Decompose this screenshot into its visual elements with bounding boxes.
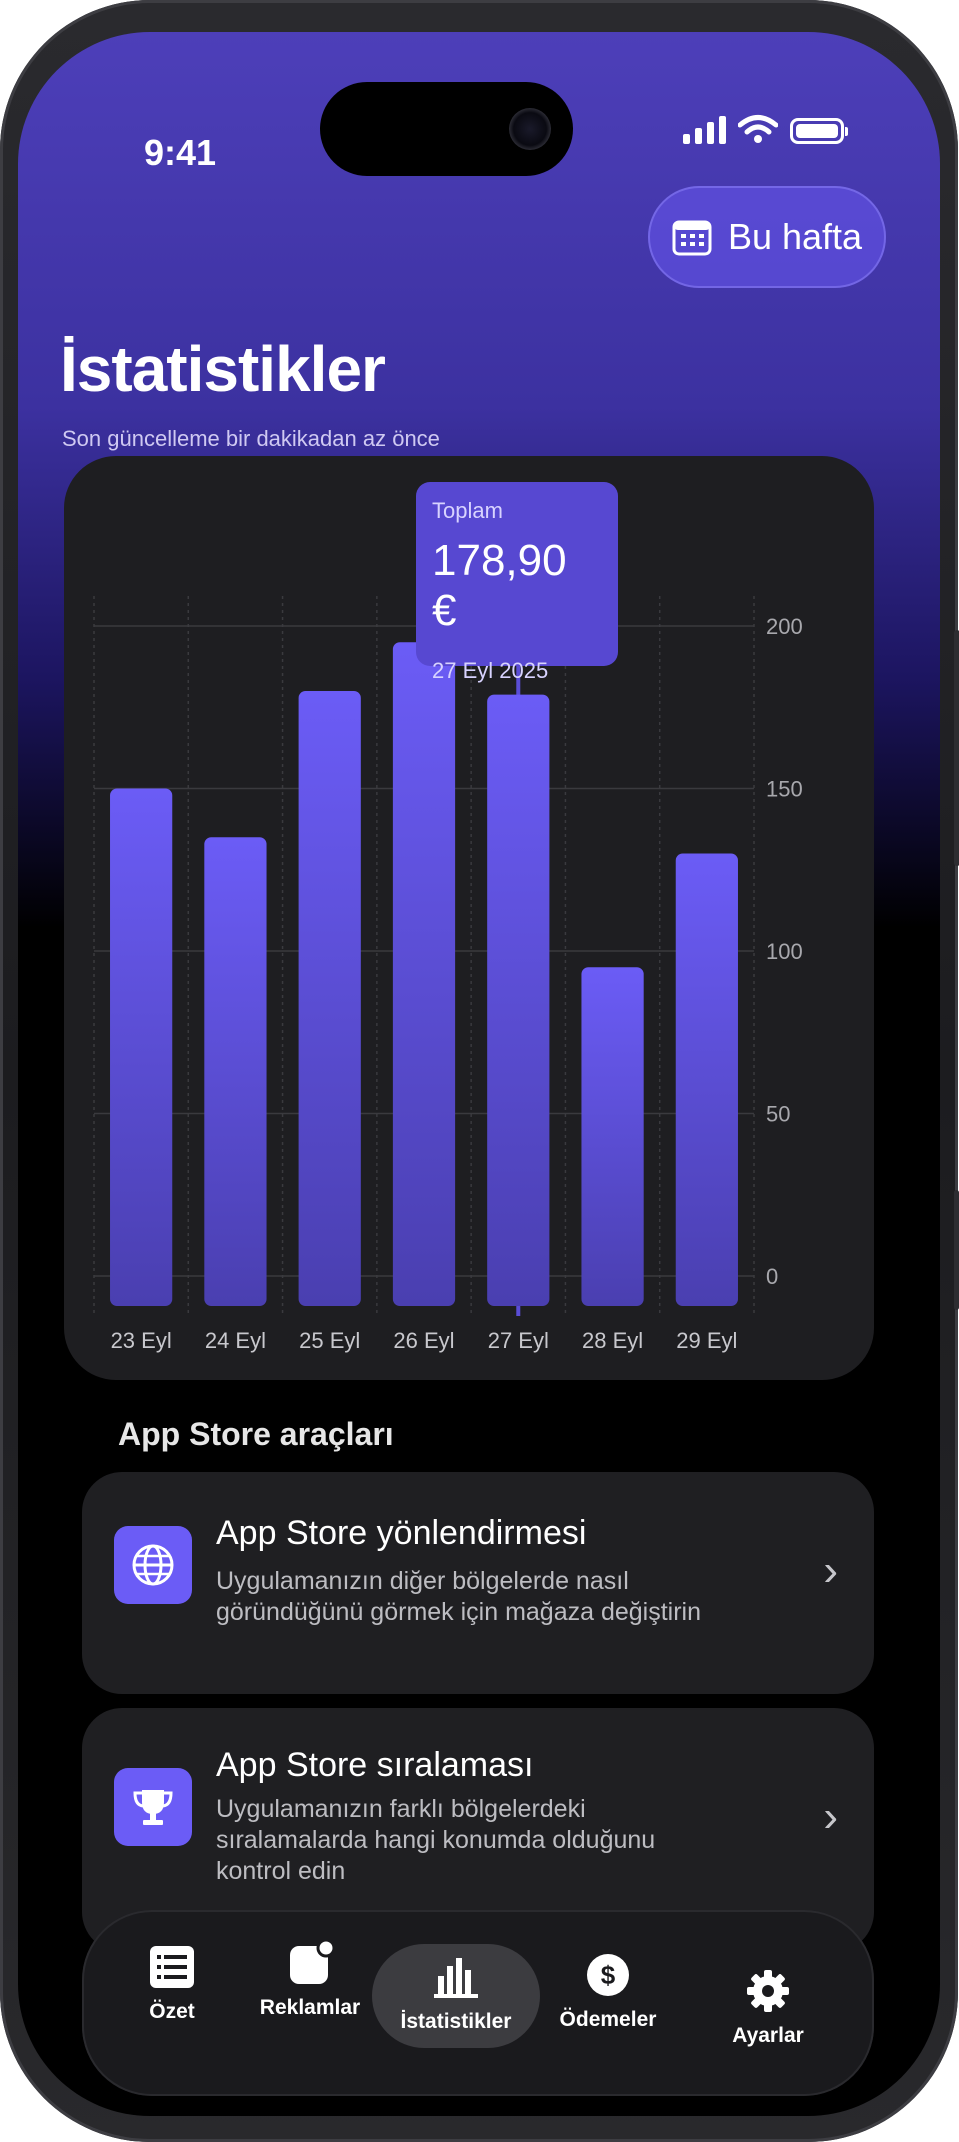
- status-time: 9:41: [144, 132, 217, 173]
- battery-icon: [790, 118, 848, 144]
- status-icons: [683, 114, 848, 144]
- tooltip-value: 178,90 €: [432, 536, 567, 635]
- tab-reklamlar[interactable]: Reklamlar: [248, 1940, 372, 2020]
- side-button-lower: [954, 1190, 959, 1310]
- calendar-icon: [672, 220, 712, 256]
- tab-istatistikler[interactable]: İstatistikler: [372, 1954, 540, 2034]
- chart-bar: [392, 642, 456, 1306]
- tab-label: Ayarlar: [732, 2024, 804, 2047]
- chevron-right-icon: ›: [823, 1792, 838, 1841]
- x-tick-label: 29 Eyl: [676, 1328, 737, 1353]
- chart-bar: [110, 788, 173, 1306]
- chart-bar: [298, 691, 361, 1306]
- y-tick-label: 150: [766, 777, 803, 802]
- gear-icon: [747, 1970, 789, 2012]
- chart-bar: [487, 694, 550, 1306]
- tooltip-label: Toplam: [432, 498, 503, 523]
- signal-icon: [683, 114, 726, 144]
- chart-bar: [675, 853, 738, 1306]
- bar-chart-icon: [434, 1958, 478, 1998]
- x-tick-label: 25 Eyl: [299, 1328, 360, 1353]
- trophy-icon: [114, 1768, 192, 1846]
- y-tick-label: 50: [766, 1102, 790, 1127]
- tab-label: Özet: [149, 2000, 195, 2023]
- tool-title: App Store yönlendirmesi: [216, 1514, 587, 1552]
- screen: 9:41 Bu hafta İstatistikler Son güncelle…: [18, 32, 940, 2116]
- tab-ozet[interactable]: Özet: [122, 1944, 222, 2024]
- tool-description: Uygulamanızın farklı bölgelerdeki sırala…: [216, 1795, 656, 1885]
- camera-icon: [509, 108, 551, 150]
- y-tick-label: 100: [766, 939, 803, 964]
- page-title: İstatistikler: [60, 333, 386, 405]
- phone-mockup: 9:41 Bu hafta İstatistikler Son güncelle…: [0, 0, 959, 2142]
- chevron-right-icon: ›: [823, 1546, 838, 1595]
- section-title: App Store araçları: [118, 1416, 394, 1452]
- tab-label: Ödemeler: [559, 2008, 657, 2031]
- x-tick-label: 23 Eyl: [111, 1328, 172, 1353]
- chart-bar: [204, 837, 267, 1306]
- tooltip-date: 27 Eyl 2025: [432, 658, 549, 683]
- tab-ayarlar[interactable]: Ayarlar: [706, 1968, 830, 2048]
- y-tick-label: 0: [766, 1264, 778, 1289]
- ads-icon: [290, 1940, 334, 1984]
- tab-bar: Özet Reklamlar İstatistikler $ Ödemeler …: [82, 1910, 874, 2096]
- y-tick-label: 200: [766, 614, 803, 639]
- globe-icon: [114, 1526, 192, 1604]
- tab-label: Reklamlar: [259, 1996, 361, 2019]
- x-tick-label: 24 Eyl: [205, 1328, 266, 1353]
- wifi-icon: [738, 115, 778, 143]
- tab-odemeler[interactable]: $ Ödemeler: [546, 1952, 670, 2032]
- tool-card-redirect[interactable]: App Store yönlendirmesi Uygulamanızın di…: [82, 1472, 874, 1694]
- x-tick-label: 27 Eyl: [488, 1328, 549, 1353]
- side-button: [954, 630, 959, 866]
- dynamic-island: [320, 82, 573, 176]
- chart-bar: [581, 967, 644, 1306]
- week-filter-button[interactable]: Bu hafta: [648, 186, 886, 288]
- tab-label: İstatistikler: [400, 2010, 512, 2033]
- tool-description: Uygulamanızın diğer bölgelerde nasıl gör…: [216, 1567, 702, 1626]
- week-filter-label: Bu hafta: [727, 216, 863, 257]
- list-icon: [150, 1946, 194, 1988]
- dollar-icon: $: [587, 1954, 629, 1996]
- chart-tooltip: Toplam 178,90 € 27 Eyl 2025: [416, 482, 618, 683]
- svg-text:$: $: [601, 1960, 616, 1990]
- x-tick-label: 26 Eyl: [393, 1328, 454, 1353]
- tool-title: App Store sıralaması: [216, 1746, 534, 1784]
- x-tick-label: 28 Eyl: [582, 1328, 643, 1353]
- page-subtitle: Son güncelleme bir dakikadan az önce: [62, 426, 440, 451]
